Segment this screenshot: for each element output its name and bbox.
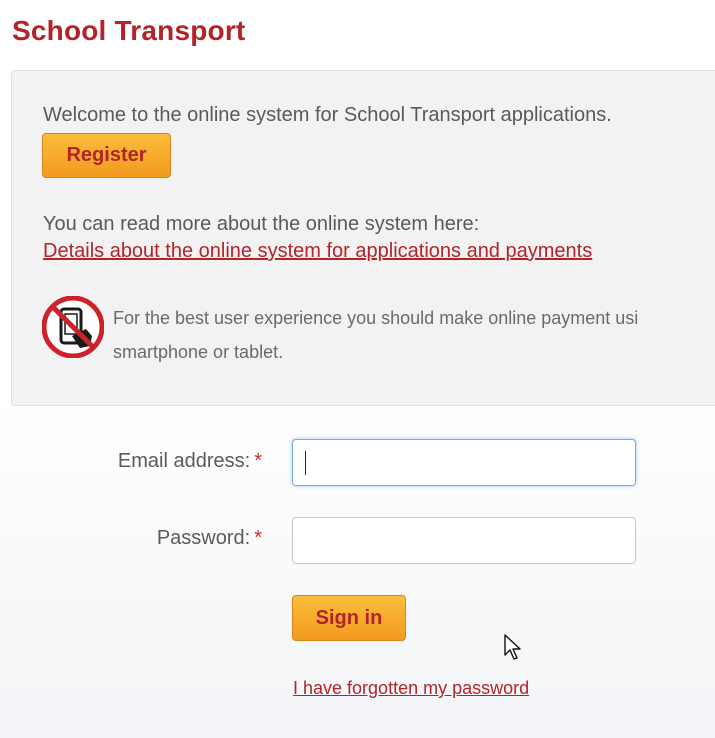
- password-field[interactable]: [292, 517, 636, 564]
- password-label: Password: *: [157, 527, 262, 550]
- email-field[interactable]: [292, 439, 636, 486]
- email-label: Email address: *: [118, 450, 262, 473]
- email-label-text: Email address:: [117, 450, 251, 472]
- text-caret: [305, 451, 306, 475]
- mouse-pointer-icon: [504, 634, 524, 662]
- notice-line-1: For the best user experience you should …: [113, 308, 639, 328]
- details-link[interactable]: Details about the online system for appl…: [43, 240, 592, 263]
- register-button[interactable]: Register: [42, 133, 171, 178]
- required-marker: *: [254, 527, 262, 549]
- no-phone-icon: [41, 295, 105, 359]
- notice-line-2: smartphone or tablet.: [113, 342, 284, 362]
- required-marker: *: [254, 450, 262, 472]
- password-label-text: Password:: [156, 527, 251, 549]
- welcome-text: Welcome to the online system for School …: [43, 104, 612, 126]
- sign-in-button[interactable]: Sign in: [292, 595, 406, 641]
- device-notice: For the best user experience you should …: [113, 301, 715, 369]
- forgot-password-link[interactable]: I have forgotten my password: [293, 678, 529, 699]
- page-title: School Transport: [12, 15, 246, 46]
- read-more-text: You can read more about the online syste…: [43, 213, 480, 235]
